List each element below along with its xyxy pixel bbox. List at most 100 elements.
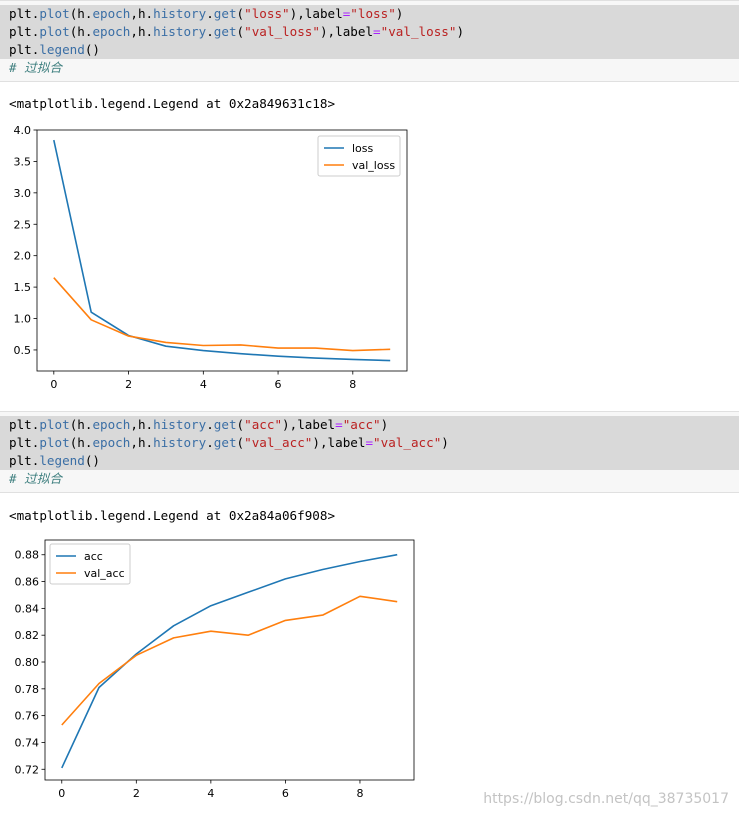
x-tick-label: 4	[200, 378, 207, 391]
code-line: plt.legend()	[0, 41, 739, 59]
code-token: ),label	[282, 417, 336, 432]
code-line: plt.plot(h.epoch,h.history.get("loss"),l…	[0, 5, 739, 23]
code-token: "val_loss"	[380, 24, 457, 39]
code-token: =	[365, 435, 374, 450]
code-token: (	[236, 24, 245, 39]
y-tick-label: 3.0	[14, 187, 32, 200]
code-line: # 过拟合	[0, 470, 739, 488]
code-token: plt.	[9, 6, 40, 21]
code-token: plt.	[9, 24, 40, 39]
y-tick-label: 2.0	[14, 250, 32, 263]
code-token: plot	[39, 435, 70, 450]
code-token: plt.	[9, 435, 40, 450]
code-token: ,h.	[130, 417, 154, 432]
code-token: history	[153, 24, 207, 39]
y-tick-label: 4.0	[14, 124, 32, 137]
code-token: history	[153, 435, 207, 450]
code-token: .	[206, 6, 214, 21]
code-token: legend	[39, 453, 85, 468]
y-tick-label: 0.78	[15, 683, 40, 696]
code-token: "val_acc"	[373, 435, 442, 450]
code-token: =	[335, 417, 343, 432]
y-tick-label: 1.5	[14, 281, 32, 294]
code-token: "acc"	[244, 417, 283, 432]
code-line: plt.plot(h.epoch,h.history.get("acc"),la…	[0, 416, 739, 434]
watermark: https://blog.csdn.net/qq_38735017	[483, 791, 729, 807]
y-tick-label: 0.74	[15, 736, 40, 749]
y-tick-label: 0.84	[15, 602, 40, 615]
code-token: "val_acc"	[244, 435, 313, 450]
code-token: (h.	[69, 435, 93, 450]
x-tick-label: 0	[50, 378, 57, 391]
code-token: epoch	[92, 417, 131, 432]
code-line: plt.legend()	[0, 452, 739, 470]
code-token: get	[213, 435, 237, 450]
code-token: plot	[39, 24, 70, 39]
code-token: get	[213, 417, 237, 432]
code-cell-2[interactable]: plt.plot(h.epoch,h.history.get("acc"),la…	[0, 411, 739, 493]
legend-label: val_acc	[84, 567, 125, 580]
code-token: (	[236, 6, 245, 21]
code-token: get	[213, 24, 237, 39]
code-token: epoch	[92, 435, 131, 450]
legend-label: acc	[84, 550, 103, 563]
code-token: ,h.	[130, 24, 154, 39]
accuracy-chart: 0.72 0.74 0.76 0.78 0.80 0.82 0.84 0.86 0.88 0 2 4 6…	[15, 539, 415, 800]
code-token: "loss"	[350, 6, 396, 21]
code-token: history	[153, 6, 207, 21]
code-token: "loss"	[244, 6, 290, 21]
cell-output-2: <matplotlib.legend.Legend at 0x2a84a06f9…	[9, 508, 336, 523]
code-token: legend	[39, 42, 85, 57]
code-line: plt.plot(h.epoch,h.history.get("val_loss…	[0, 23, 739, 41]
code-token: (h.	[69, 24, 93, 39]
code-token: )	[456, 24, 465, 39]
x-tick-label: 6	[282, 787, 289, 800]
x-tick-label: 6	[275, 378, 282, 391]
cell-output-1: <matplotlib.legend.Legend at 0x2a849631c…	[9, 96, 336, 111]
code-token: (h.	[69, 6, 93, 21]
x-tick-label: 2	[125, 378, 132, 391]
code-token: (	[236, 435, 245, 450]
code-token: ),label	[312, 435, 366, 450]
code-token: .	[206, 417, 214, 432]
code-token: .	[206, 24, 214, 39]
code-cell-1[interactable]: plt.plot(h.epoch,h.history.get("loss"),l…	[0, 0, 739, 82]
code-token: .	[206, 435, 214, 450]
code-token: epoch	[92, 24, 131, 39]
code-token: # 过拟合	[9, 471, 62, 486]
code-token: )	[380, 417, 389, 432]
x-tick-label: 4	[207, 787, 214, 800]
x-tick-label: 0	[58, 787, 65, 800]
code-token: plt.	[9, 453, 40, 468]
x-tick-label: 8	[356, 787, 363, 800]
code-line: # 过拟合	[0, 59, 739, 77]
code-token: plot	[39, 6, 70, 21]
y-tick-label: 0.72	[15, 763, 40, 776]
code-token: history	[153, 417, 207, 432]
y-tick-label: 3.5	[14, 155, 32, 168]
code-token: "acc"	[342, 417, 381, 432]
y-tick-label: 0.86	[15, 576, 40, 589]
y-tick-label: 0.82	[15, 629, 40, 642]
y-tick-label: 2.5	[14, 218, 32, 231]
code-token: get	[213, 6, 237, 21]
code-token: ,h.	[130, 6, 154, 21]
legend-label: val_loss	[352, 159, 395, 172]
code-token: ,h.	[130, 435, 154, 450]
code-token: plt.	[9, 417, 40, 432]
code-line: plt.plot(h.epoch,h.history.get("val_acc"…	[0, 434, 739, 452]
code-token: )	[395, 6, 404, 21]
loss-chart: 0.5 1.0 1.5 2.0 2.5 3.0 3.5 4.0 0 2 4 6 8 loss val_los…	[14, 124, 408, 391]
code-token: epoch	[92, 6, 131, 21]
code-token: plot	[39, 417, 70, 432]
y-tick-label: 0.88	[15, 549, 40, 562]
y-tick-label: 0.80	[15, 656, 40, 669]
code-token: ),label	[319, 24, 374, 39]
code-token: "val_loss"	[244, 24, 320, 39]
code-token: ),label	[289, 6, 343, 21]
code-token: ()	[84, 453, 101, 468]
code-token: =	[373, 24, 381, 39]
x-tick-label: 8	[349, 378, 356, 391]
code-token: ()	[84, 42, 101, 57]
code-token: )	[441, 435, 449, 450]
